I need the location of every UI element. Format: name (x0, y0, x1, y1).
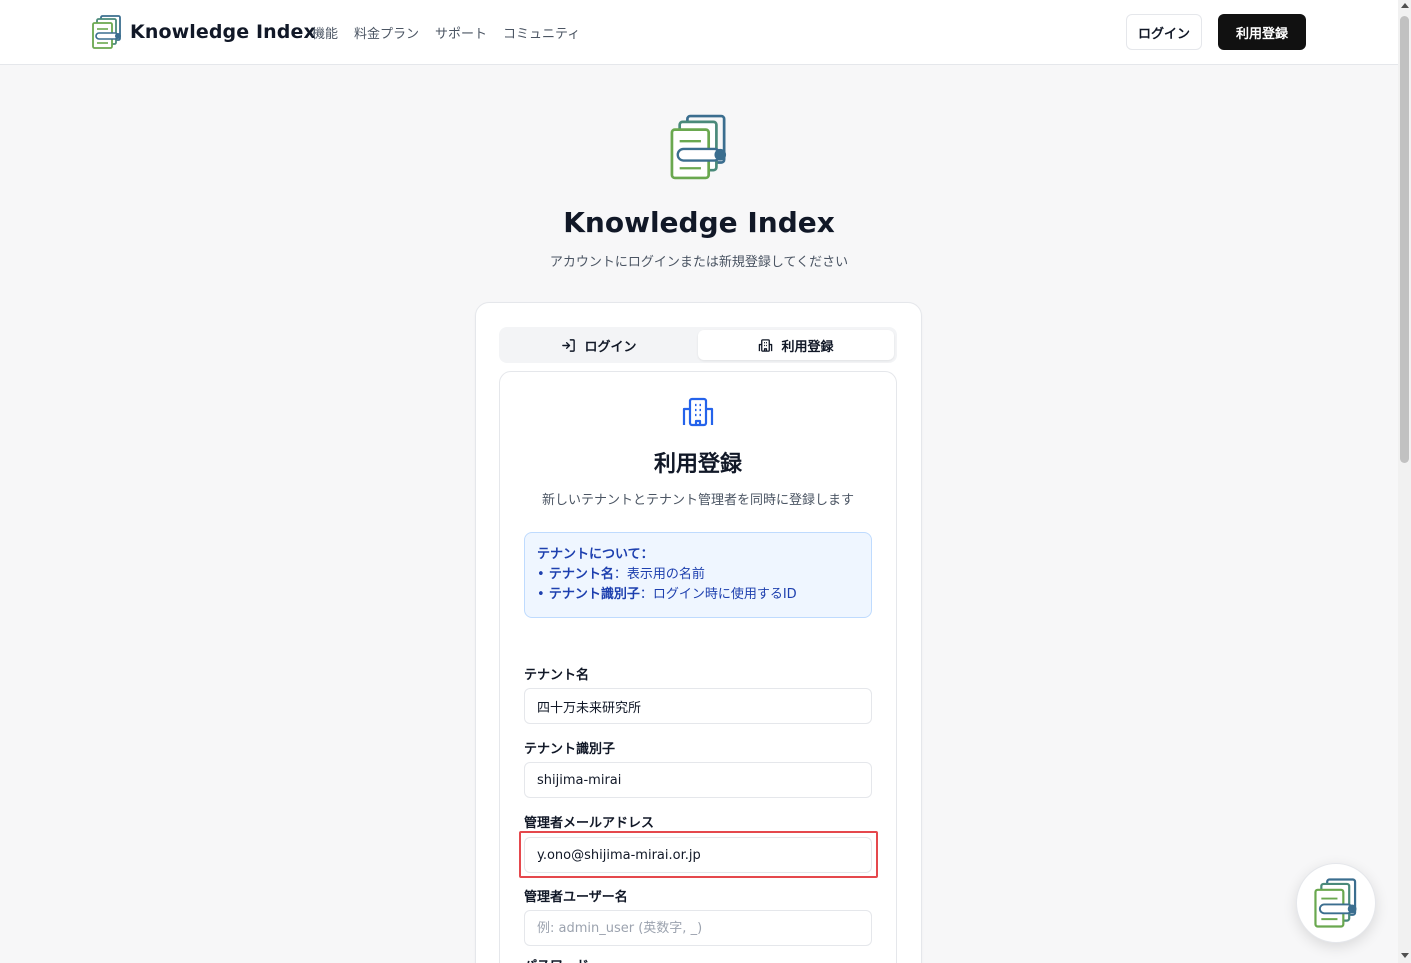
auth-tabs: ログイン 利用登録 (499, 327, 897, 363)
info-term: テナント識別子 (548, 587, 640, 602)
register-building-icon (682, 397, 714, 431)
tab-register[interactable]: 利用登録 (698, 330, 894, 360)
building-icon (682, 397, 714, 427)
knowledge-index-logo-icon (92, 15, 121, 49)
top-header: Knowledge Index 機能 料金プラン サポート コミュニティ ログイ… (0, 0, 1398, 65)
brand-name: Knowledge Index (130, 21, 316, 43)
tenant-name-label: テナント名 (524, 668, 590, 683)
nav-community[interactable]: コミュニティ (503, 23, 580, 42)
login-icon (562, 338, 576, 352)
header-login-button[interactable]: ログイン (1126, 14, 1202, 50)
tenant-name-input[interactable] (524, 688, 872, 724)
tab-login-label: ログイン (584, 339, 637, 355)
tenant-id-input[interactable] (524, 762, 872, 798)
tab-login[interactable]: ログイン (502, 330, 696, 360)
scroll-up-arrow-icon[interactable] (1401, 3, 1409, 8)
scroll-thumb[interactable] (1400, 16, 1409, 463)
info-item: • テナント識別子：ログイン時に使用するID (537, 587, 797, 602)
hero-subtitle: アカウントにログインまたは新規登録してください (549, 255, 849, 270)
register-subtitle: 新しいテナントとテナント管理者を同時に登録します (541, 493, 854, 508)
admin-username-input[interactable] (524, 910, 872, 946)
knowledge-index-logo-icon (670, 114, 727, 180)
admin-email-label: 管理者メールアドレス (524, 816, 655, 831)
tenant-id-label: テナント識別子 (524, 742, 616, 757)
building-icon (759, 338, 773, 352)
brand[interactable]: Knowledge Index (92, 15, 316, 49)
nav-pricing[interactable]: 料金プラン (354, 23, 419, 42)
password-label: パスワード (524, 955, 589, 963)
tenant-info-box: テナントについて： • テナント名：表示用の名前 • テナント識別子：ログイン時… (524, 532, 872, 618)
info-term: テナント名 (548, 567, 614, 582)
info-desc: ：表示用の名前 (613, 567, 705, 582)
assistant-fab-button[interactable] (1296, 863, 1376, 943)
header-register-button[interactable]: 利用登録 (1218, 14, 1306, 50)
admin-username-label: 管理者ユーザー名 (524, 890, 628, 905)
register-title: 利用登録 (653, 452, 742, 477)
info-item: • テナント名：表示用の名前 (537, 567, 705, 582)
scroll-down-arrow-icon[interactable] (1401, 953, 1409, 958)
nav-features[interactable]: 機能 (312, 23, 338, 42)
knowledge-index-logo-icon (1314, 878, 1357, 928)
page-scrollbar[interactable] (1398, 0, 1411, 963)
hero-logo (670, 113, 728, 185)
admin-email-input[interactable] (524, 837, 872, 873)
main-nav: 機能 料金プラン サポート コミュニティ (312, 23, 580, 42)
info-desc: ：ログイン時に使用するID (639, 587, 797, 602)
hero-title: Knowledge Index (563, 206, 835, 239)
info-heading: テナントについて： (537, 547, 654, 562)
nav-support[interactable]: サポート (435, 23, 487, 42)
tab-register-label: 利用登録 (781, 339, 834, 355)
